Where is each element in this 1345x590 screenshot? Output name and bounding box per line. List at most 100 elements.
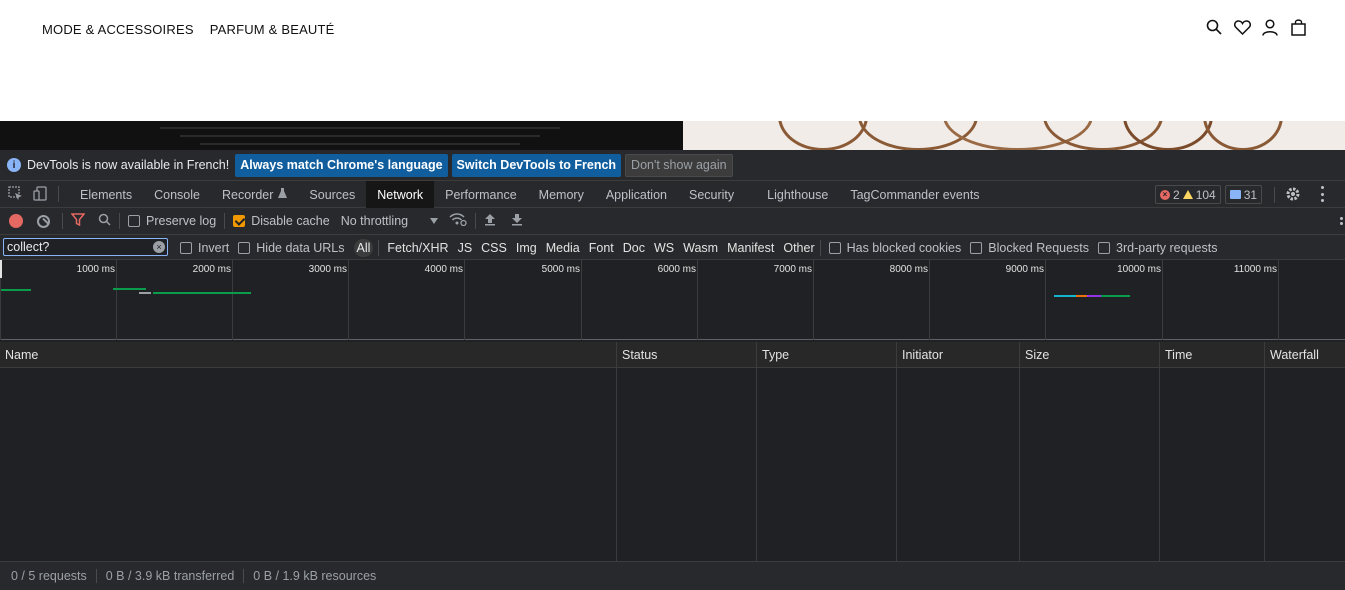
throttling-select[interactable]: No throttling: [341, 214, 439, 228]
timeline-request-bar: [1054, 295, 1076, 297]
tab-lighthouse[interactable]: Lighthouse: [756, 181, 839, 208]
timeline-request-bar: [139, 292, 151, 294]
network-filterbar: × Invert Hide data URLs All Fetch/XHR JS…: [0, 235, 1345, 260]
bag-icon[interactable]: [1289, 17, 1307, 37]
warning-count: 104: [1195, 187, 1216, 202]
tab-sources[interactable]: Sources: [298, 181, 366, 208]
tab-memory[interactable]: Memory: [528, 181, 595, 208]
tab-elements[interactable]: Elements: [69, 181, 143, 208]
third-party-requests-checkbox[interactable]: [1098, 241, 1111, 254]
type-filter-other[interactable]: Other: [783, 241, 814, 255]
timeline-cursor: [0, 260, 2, 278]
column-initiator[interactable]: Initiator: [896, 342, 1019, 368]
column-time[interactable]: Time: [1159, 342, 1264, 368]
device-toolbar-icon[interactable]: [33, 186, 49, 204]
export-har-icon[interactable]: [511, 213, 523, 229]
preserve-log-label: Preserve log: [146, 214, 217, 228]
timeline-tick-8000: 8000 ms: [889, 264, 928, 275]
type-filter-all[interactable]: All: [353, 238, 374, 257]
third-party-requests-option[interactable]: 3rd-party requests: [1098, 241, 1217, 255]
disable-cache-checkbox[interactable]: [233, 215, 246, 227]
invert-option[interactable]: Invert: [180, 241, 229, 255]
type-filter-font[interactable]: Font: [589, 241, 614, 255]
request-count: 0 / 5 requests: [11, 569, 87, 583]
error-icon: ×: [1160, 189, 1170, 200]
tab-application[interactable]: Application: [595, 181, 678, 208]
blocked-requests-checkbox[interactable]: [970, 241, 983, 254]
import-har-icon[interactable]: [484, 213, 496, 229]
type-filter-img[interactable]: Img: [516, 241, 537, 255]
more-options-icon[interactable]: [1319, 186, 1325, 202]
dont-show-again-button[interactable]: Don't show again: [625, 153, 733, 177]
message-count: 31: [1243, 187, 1258, 202]
tab-tagcommander-events[interactable]: TagCommander events: [839, 181, 990, 208]
type-filter-css[interactable]: CSS: [481, 241, 507, 255]
filter-input[interactable]: [3, 238, 168, 256]
heart-icon[interactable]: [1233, 17, 1251, 37]
invert-checkbox[interactable]: [180, 241, 192, 254]
site-header: MODE & ACCESSOIRES PARFUM & BEAUTÉ: [0, 0, 1345, 121]
toolbar-separator: [62, 213, 63, 229]
column-name[interactable]: Name: [0, 342, 616, 368]
tab-recorder[interactable]: Recorder: [211, 181, 298, 208]
column-type[interactable]: Type: [756, 342, 896, 368]
timeline-tick-9000: 9000 ms: [1005, 264, 1044, 275]
switch-to-french-button[interactable]: Switch DevTools to French: [451, 153, 622, 177]
infobar-message: DevTools is now available in French!: [27, 158, 230, 172]
type-filter-js[interactable]: JS: [458, 241, 473, 255]
inspect-element-icon[interactable]: [8, 186, 23, 204]
type-filter-media[interactable]: Media: [546, 241, 580, 255]
always-match-language-button[interactable]: Always match Chrome's language: [235, 153, 448, 177]
message-icon: [1229, 190, 1241, 199]
search-icon[interactable]: [98, 213, 111, 229]
overflow-handle[interactable]: [1340, 217, 1343, 220]
devtools-tabbar: Elements Console Recorder Sources Networ…: [0, 181, 1345, 208]
timeline-tick-7000: 7000 ms: [773, 264, 812, 275]
tab-security[interactable]: Security: [678, 181, 756, 208]
preserve-log-checkbox[interactable]: [128, 215, 140, 227]
transferred-size: 0 B / 3.9 kB transferred: [105, 569, 235, 583]
status-separator: [243, 569, 245, 583]
timeline-request-bar: [153, 292, 251, 294]
network-overview-timeline[interactable]: 1000 ms 2000 ms 3000 ms 4000 ms 5000 ms …: [0, 260, 1345, 340]
filter-icon[interactable]: [70, 213, 86, 229]
hide-data-urls-checkbox[interactable]: [238, 241, 251, 254]
nav-link-parfum[interactable]: PARFUM & BEAUTÉ: [210, 22, 335, 37]
record-button[interactable]: [9, 214, 23, 228]
type-filter-ws[interactable]: WS: [654, 241, 674, 255]
column-size[interactable]: Size: [1019, 342, 1159, 368]
hero-image-right: [683, 121, 1345, 150]
type-filter-manifest[interactable]: Manifest: [727, 241, 774, 255]
column-status[interactable]: Status: [616, 342, 756, 368]
settings-gear-icon[interactable]: [1285, 186, 1301, 205]
column-waterfall[interactable]: Waterfall: [1264, 342, 1345, 368]
timeline-tick-4000: 4000 ms: [424, 264, 463, 275]
toolbar-separator: [475, 213, 477, 229]
has-blocked-cookies-option[interactable]: Has blocked cookies: [828, 241, 961, 255]
site-nav: MODE & ACCESSOIRES PARFUM & BEAUTÉ: [42, 22, 335, 37]
devtools-panel: i DevTools is now available in French! A…: [0, 150, 1345, 590]
user-icon[interactable]: [1261, 17, 1279, 37]
type-filter-wasm[interactable]: Wasm: [683, 241, 718, 255]
requests-table-header: Name Status Type Initiator Size Time Wat…: [0, 342, 1345, 368]
clear-filter-icon[interactable]: ×: [153, 241, 165, 253]
blocked-requests-label: Blocked Requests: [988, 240, 1090, 255]
type-filter-fetch-xhr[interactable]: Fetch/XHR: [387, 241, 448, 255]
hide-data-urls-option[interactable]: Hide data URLs: [238, 241, 345, 255]
tab-network[interactable]: Network: [366, 181, 435, 208]
clear-icon[interactable]: [37, 214, 50, 228]
nav-link-mode[interactable]: MODE & ACCESSOIRES: [42, 22, 194, 37]
errors-warnings-counter[interactable]: × 2 104: [1155, 185, 1221, 204]
tab-performance[interactable]: Performance: [434, 181, 528, 208]
warning-icon: [1182, 190, 1193, 199]
timeline-request-bar: [113, 288, 146, 290]
blocked-requests-option[interactable]: Blocked Requests: [970, 241, 1089, 255]
flask-icon: [278, 187, 288, 202]
search-icon[interactable]: [1205, 17, 1223, 37]
type-filter-doc[interactable]: Doc: [623, 241, 645, 255]
messages-counter[interactable]: 31: [1224, 185, 1263, 204]
network-conditions-icon[interactable]: [449, 213, 467, 229]
tab-console[interactable]: Console: [143, 181, 211, 208]
has-blocked-cookies-checkbox[interactable]: [828, 241, 841, 254]
counter-separator: [1274, 186, 1276, 203]
